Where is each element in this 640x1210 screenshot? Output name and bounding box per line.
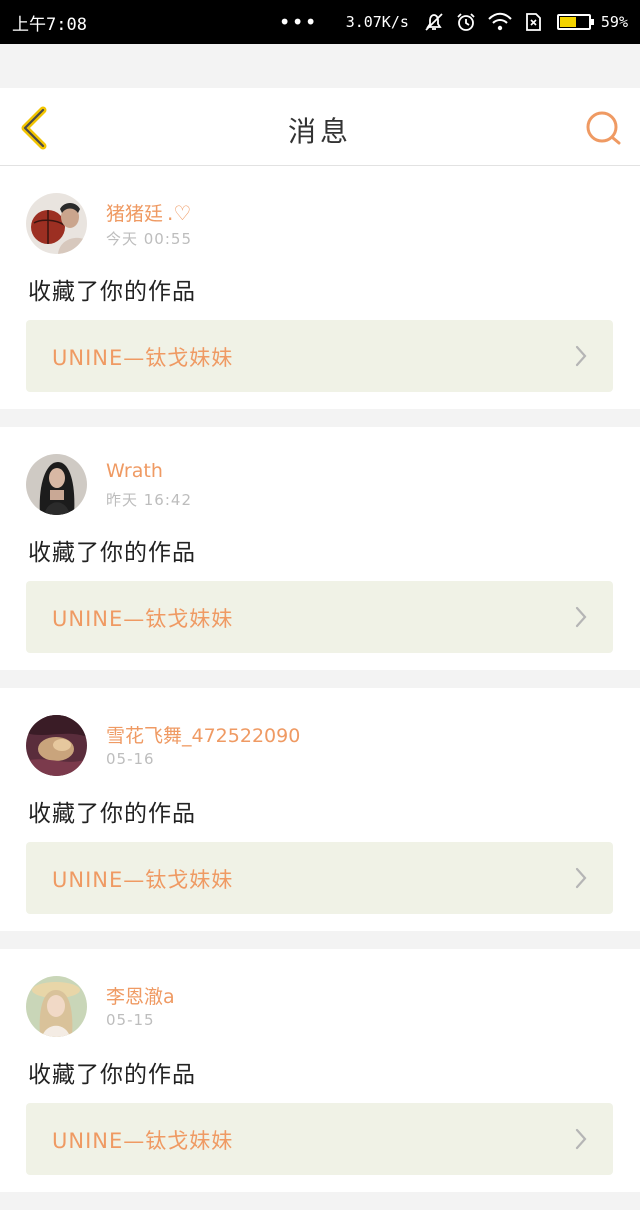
message-card: 猪猪廷 .♡ 今天 00:55 收藏了你的作品 UNINE—钛戈妹妹 xyxy=(0,166,640,409)
username-heart-suffix: .♡ xyxy=(167,201,192,225)
message-text: 收藏了你的作品 xyxy=(28,540,196,566)
chevron-right-icon xyxy=(575,867,587,889)
chevron-right-icon xyxy=(575,1128,587,1150)
work-link[interactable]: UNINE—钛戈妹妹 xyxy=(26,581,613,653)
work-title: UNINE—钛戈妹妹 xyxy=(52,346,234,370)
username[interactable]: 李恩澈a xyxy=(106,982,175,1009)
work-link[interactable]: UNINE—钛戈妹妹 xyxy=(26,1103,613,1175)
network-speed: 3.07K/s xyxy=(345,13,409,31)
battery-icon xyxy=(556,14,594,30)
username-text: 李恩澈a xyxy=(106,986,175,1008)
timestamp: 05-16 xyxy=(106,750,155,768)
message-text: 收藏了你的作品 xyxy=(28,279,196,305)
status-bar: 上午7:08 ••• 3.07K/s 59% xyxy=(0,0,640,44)
search-icon xyxy=(586,111,621,145)
username[interactable]: Wrath xyxy=(106,460,163,482)
avatar[interactable] xyxy=(26,454,87,515)
timestamp: 05-15 xyxy=(106,1011,155,1029)
avatar[interactable] xyxy=(26,715,87,776)
alarm-icon xyxy=(455,11,477,33)
chevron-right-icon xyxy=(575,606,587,628)
page-title: 消息 xyxy=(287,115,352,148)
battery-fill xyxy=(559,17,577,27)
status-time: 上午7:08 xyxy=(12,14,87,35)
header-bar: 消息 xyxy=(0,88,640,166)
username[interactable]: 雪花飞舞_472522090 xyxy=(106,721,300,748)
username[interactable]: 猪猪廷 .♡ xyxy=(106,199,191,226)
message-text: 收藏了你的作品 xyxy=(28,801,196,827)
wifi-icon xyxy=(487,11,513,33)
message-card: 雪花飞舞_472522090 05-16 收藏了你的作品 UNINE—钛戈妹妹 xyxy=(0,688,640,931)
message-card: 李恩澈a 05-15 收藏了你的作品 UNINE—钛戈妹妹 xyxy=(0,949,640,1192)
battery-percent: 59% xyxy=(600,13,628,31)
timestamp: 昨天 16:42 xyxy=(106,491,192,509)
sim-icon xyxy=(523,11,543,33)
silent-bell-icon xyxy=(423,11,445,33)
message-card: Wrath 昨天 16:42 收藏了你的作品 UNINE—钛戈妹妹 xyxy=(0,427,640,670)
message-list: 猪猪廷 .♡ 今天 00:55 收藏了你的作品 UNINE—钛戈妹妹 Wrath … xyxy=(0,166,640,1210)
more-dots-icon: ••• xyxy=(278,10,318,34)
message-text: 收藏了你的作品 xyxy=(28,1062,196,1088)
chevron-right-icon xyxy=(575,345,587,367)
work-title: UNINE—钛戈妹妹 xyxy=(52,1129,234,1153)
timestamp: 今天 00:55 xyxy=(106,230,192,248)
work-link[interactable]: UNINE—钛戈妹妹 xyxy=(26,320,613,392)
avatar[interactable] xyxy=(26,976,87,1037)
work-link[interactable]: UNINE—钛戈妹妹 xyxy=(26,842,613,914)
username-text: 雪花飞舞_472522090 xyxy=(106,725,301,747)
username-text: 猪猪廷 xyxy=(106,203,164,225)
work-title: UNINE—钛戈妹妹 xyxy=(52,868,234,892)
username-text: Wrath xyxy=(106,460,163,482)
avatar[interactable] xyxy=(26,193,87,254)
search-button[interactable] xyxy=(582,108,626,148)
work-title: UNINE—钛戈妹妹 xyxy=(52,607,234,631)
